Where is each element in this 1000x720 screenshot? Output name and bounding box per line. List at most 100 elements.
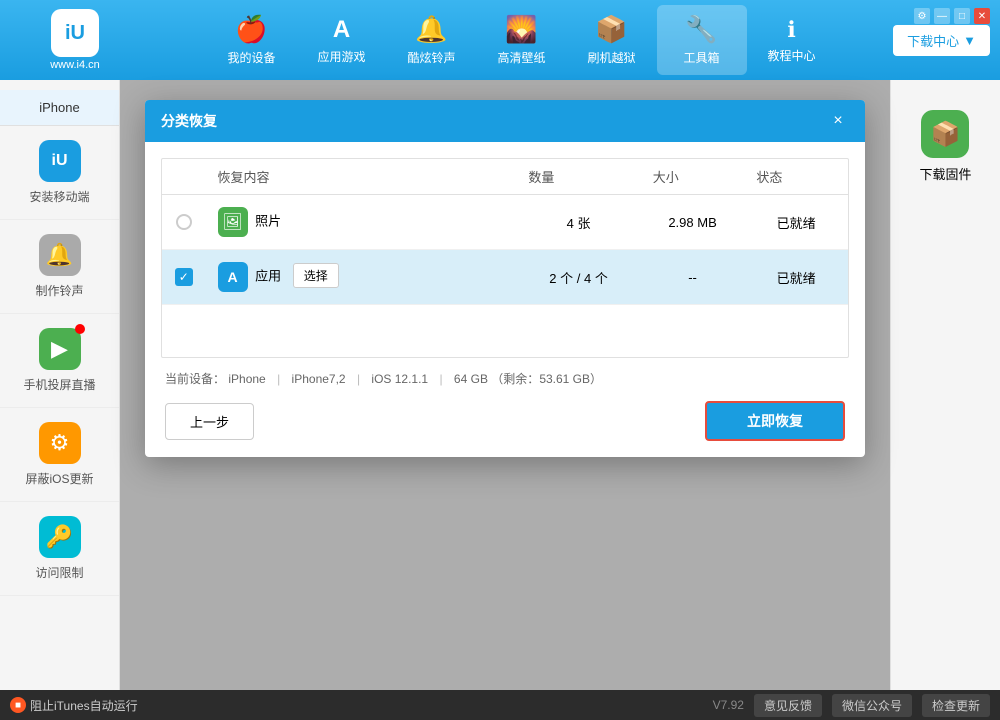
sidebar-device[interactable]: iPhone: [0, 90, 119, 126]
app-status: 已就绪: [777, 271, 816, 286]
modal-close-btn[interactable]: ×: [827, 110, 849, 132]
stop-itunes-icon: ■: [10, 697, 26, 713]
ringtone-icon: 🔔: [39, 234, 81, 276]
device-remaining: （剩余：53.61 GB）: [491, 372, 602, 386]
row-photo-radio-cell[interactable]: [162, 195, 206, 250]
download-icon: ▼: [963, 33, 976, 48]
update-btn[interactable]: 检查更新: [922, 694, 990, 717]
sidebar-item-block-update-label: 屏蔽iOS更新: [25, 470, 93, 487]
nav-jailbreak[interactable]: 📦 刷机越狱: [567, 5, 657, 75]
modal-header: 分类恢复 ×: [145, 100, 865, 142]
sidebar-item-screen-live-label: 手机投屏直播: [23, 376, 95, 393]
nav-ringtones[interactable]: 🔔 酷炫铃声: [387, 5, 477, 75]
photo-status: 已就绪: [777, 216, 816, 231]
row-app-name-cell: A 应用 选择: [206, 250, 517, 305]
app-select-btn[interactable]: 选择: [293, 263, 339, 288]
nav-toolbox-label: 工具箱: [684, 49, 720, 66]
right-panel: 📦 下载固件: [890, 80, 1000, 690]
restore-btn[interactable]: □: [954, 8, 970, 24]
logo-icon: iU: [51, 9, 99, 57]
sidebar-item-ringtone-label: 制作铃声: [35, 282, 83, 299]
nav-tutorial-icon: ℹ: [787, 17, 795, 43]
restore-table-container: 恢复内容 数量 大小 状态: [161, 158, 849, 358]
device-info-label: 当前设备：: [165, 372, 225, 386]
nav-jailbreak-icon: 📦: [595, 14, 627, 45]
close-btn[interactable]: ✕: [974, 8, 990, 24]
settings-btn[interactable]: ⚙: [914, 8, 930, 24]
app-name: 应用: [255, 268, 281, 283]
sidebar: iPhone iU 安装移动端 🔔 制作铃声 ▶ 手机投屏直播 ⚙: [0, 80, 120, 690]
photo-radio[interactable]: [176, 214, 192, 230]
download-firmware-label: 下载固件: [919, 164, 971, 183]
window-controls: ⚙ — □ ✕: [914, 8, 990, 24]
logo-area: iU www.i4.cn: [10, 9, 140, 71]
nav-tutorial[interactable]: ℹ 教程中心: [747, 5, 837, 75]
photo-name: 照片: [255, 213, 281, 228]
nav-app-games-icon: A: [333, 16, 350, 44]
nav-wallpaper[interactable]: 🌄 高清壁纸: [477, 5, 567, 75]
bottom-left: ■ 阻止iTunes自动运行: [10, 697, 703, 714]
modal-footer: 上一步 立即恢复: [161, 401, 849, 441]
th-content: 恢复内容: [206, 159, 517, 195]
photo-icon: 🖼: [218, 207, 248, 237]
photo-size: 2.98 MB: [668, 215, 716, 230]
th-status: 状态: [744, 159, 848, 195]
app-checkbox[interactable]: ✓: [175, 268, 193, 286]
minimize-btn[interactable]: —: [934, 8, 950, 24]
nav-items: 🍎 我的设备 A 应用游戏 🔔 酷炫铃声 🌄 高清壁纸 📦 刷机越狱 🔧 工具箱…: [150, 5, 893, 75]
sidebar-item-ringtone[interactable]: 🔔 制作铃声: [0, 220, 119, 314]
row-photo-count-cell: 4 张: [516, 195, 640, 250]
nav-toolbox-icon: 🔧: [685, 14, 717, 45]
app-icon: A: [218, 262, 248, 292]
restore-now-btn[interactable]: 立即恢复: [705, 401, 845, 441]
sidebar-item-block-update[interactable]: ⚙ 屏蔽iOS更新: [0, 408, 119, 502]
sidebar-item-screen-live[interactable]: ▶ 手机投屏直播: [0, 314, 119, 408]
device-model: iPhone7,2: [292, 372, 346, 386]
device-storage: 64 GB: [454, 372, 488, 386]
sidebar-item-install-mobile-label: 安装移动端: [29, 188, 89, 205]
nav-my-device-icon: 🍎: [235, 14, 267, 45]
nav-app-games[interactable]: A 应用游戏: [297, 5, 387, 75]
download-firmware-icon: 📦: [921, 110, 969, 158]
access-limit-icon: 🔑: [39, 516, 81, 558]
app-size: --: [688, 270, 697, 285]
right-item-download-firmware[interactable]: 📦 下载固件: [909, 100, 981, 193]
th-checkbox: [162, 159, 206, 195]
nav-my-device-label: 我的设备: [228, 49, 276, 66]
logo-url: www.i4.cn: [50, 59, 100, 71]
sidebar-item-access-limit[interactable]: 🔑 访问限制: [0, 502, 119, 596]
block-update-icon: ⚙: [39, 422, 81, 464]
modal-title: 分类恢复: [161, 111, 217, 131]
row-photo-size-cell: 2.98 MB: [641, 195, 745, 250]
header-right: 下载中心 ▼: [893, 25, 990, 56]
device-info: 当前设备： iPhone | iPhone7,2 | iOS 12.1.1 | …: [161, 370, 849, 387]
nav-tutorial-label: 教程中心: [768, 47, 816, 64]
wechat-btn[interactable]: 微信公众号: [832, 694, 912, 717]
download-center-label: 下载中心: [907, 31, 959, 50]
restore-table: 恢复内容 数量 大小 状态: [162, 159, 848, 305]
sidebar-item-access-limit-label: 访问限制: [35, 564, 83, 581]
version-text: V7.92: [713, 698, 744, 712]
photo-count: 4 张: [567, 216, 591, 231]
th-size: 大小: [641, 159, 745, 195]
row-app-size-cell: --: [641, 250, 745, 305]
feedback-btn[interactable]: 意见反馈: [754, 694, 822, 717]
stop-itunes-label: 阻止iTunes自动运行: [30, 697, 138, 714]
row-app-count-cell: 2 个 / 4 个: [516, 250, 640, 305]
bottom-bar: ■ 阻止iTunes自动运行 V7.92 意见反馈 微信公众号 检查更新: [0, 690, 1000, 720]
download-center-btn[interactable]: 下载中心 ▼: [893, 25, 990, 56]
header: iU www.i4.cn 🍎 我的设备 A 应用游戏 🔔 酷炫铃声 🌄 高清壁纸…: [0, 0, 1000, 80]
row-app-status-cell: 已就绪: [744, 250, 848, 305]
nav-toolbox[interactable]: 🔧 工具箱: [657, 5, 747, 75]
row-photo-status-cell: 已就绪: [744, 195, 848, 250]
nav-ringtones-icon: 🔔: [415, 14, 447, 45]
nav-wallpaper-icon: 🌄: [505, 14, 537, 45]
sidebar-item-install-mobile[interactable]: iU 安装移动端: [0, 126, 119, 220]
app-count: 2 个 / 4 个: [549, 271, 608, 286]
row-app-checkbox-cell[interactable]: ✓: [162, 250, 206, 305]
table-row: ✓ A 应用 选择 2 个 / 4 个: [162, 250, 848, 305]
prev-btn[interactable]: 上一步: [165, 403, 254, 440]
device-name: iPhone: [228, 372, 265, 386]
nav-my-device[interactable]: 🍎 我的设备: [207, 5, 297, 75]
nav-jailbreak-label: 刷机越狱: [588, 49, 636, 66]
